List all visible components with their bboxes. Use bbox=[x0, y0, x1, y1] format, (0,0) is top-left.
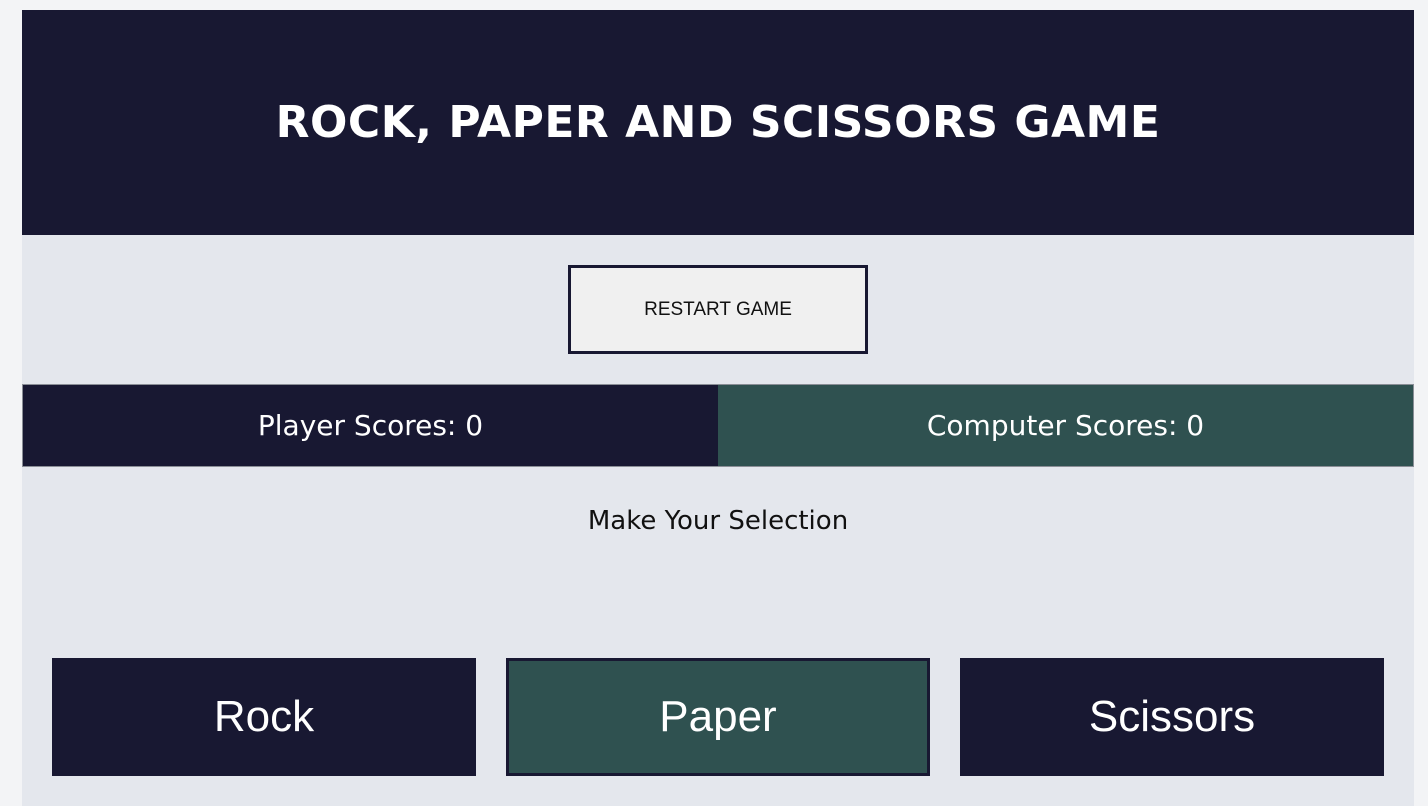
selection-prompt: Make Your Selection bbox=[587, 506, 849, 536]
restart-game-button[interactable]: RESTART GAME bbox=[568, 265, 868, 354]
player-score: Player Scores: 0 bbox=[23, 385, 718, 466]
game-page: ROCK, PAPER AND SCISSORS GAME RESTART GA… bbox=[22, 10, 1414, 806]
rock-button[interactable]: Rock bbox=[52, 658, 476, 776]
game-header: ROCK, PAPER AND SCISSORS GAME bbox=[22, 10, 1414, 235]
computer-score: Computer Scores: 0 bbox=[718, 385, 1413, 466]
scissors-button[interactable]: Scissors bbox=[960, 658, 1384, 776]
paper-button[interactable]: Paper bbox=[506, 658, 930, 776]
scoreboard: Player Scores: 0 Computer Scores: 0 bbox=[22, 384, 1414, 467]
game-title: ROCK, PAPER AND SCISSORS GAME bbox=[275, 97, 1161, 148]
